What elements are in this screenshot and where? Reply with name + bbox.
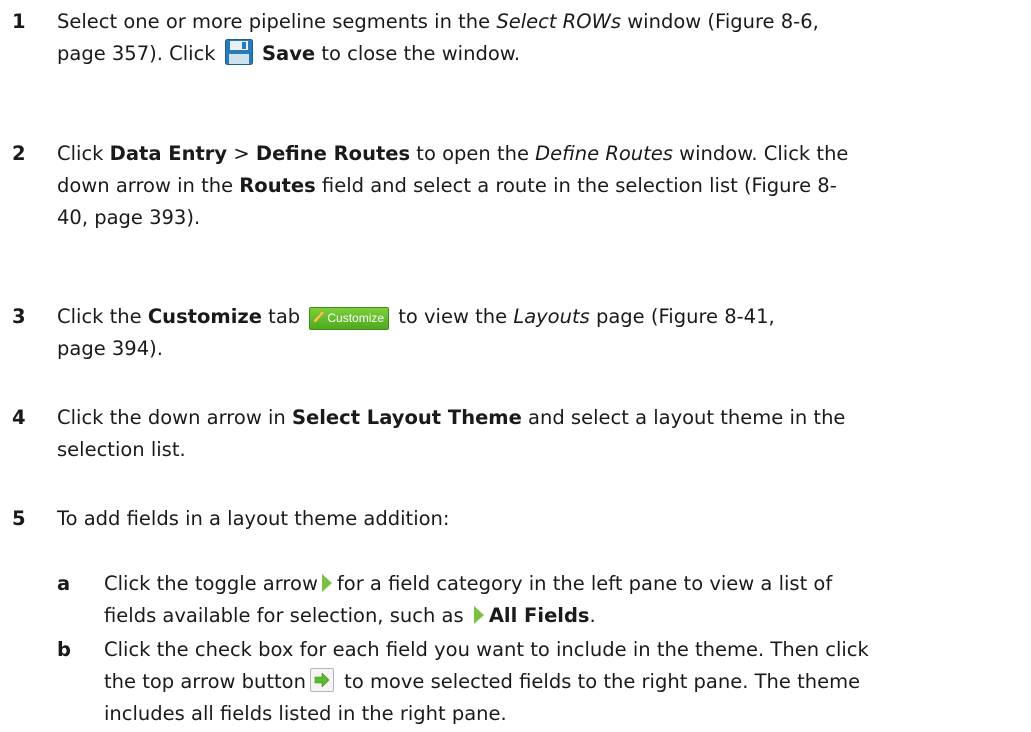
tab-customize-label: Customize (147, 305, 262, 328)
save-icon (224, 39, 253, 65)
substep-letter: a (57, 572, 71, 595)
menu-define-routes: Define Routes (255, 142, 411, 165)
wrench-icon (314, 310, 325, 323)
customize-tab: Customize (309, 307, 390, 330)
window-name: Define Routes (535, 142, 673, 165)
window-name: Select ROWs (496, 10, 622, 33)
toggle-arrow-icon (473, 606, 484, 624)
field-select-layout-theme: Select Layout Theme (291, 406, 522, 429)
toggle-arrow-icon (321, 574, 332, 592)
step-text: Click the Customize tab Customize to vie… (57, 305, 775, 360)
page-name: Layouts (513, 305, 590, 328)
step-number: 1 (12, 10, 26, 33)
substep-text: Click the toggle arrow for a field catego… (104, 572, 833, 627)
step-number: 5 (12, 507, 26, 530)
step-text: To add fields in a layout theme addition… (57, 507, 450, 530)
step-text: Click the down arrow in Select Layout Th… (57, 406, 846, 461)
field-routes: Routes (239, 174, 316, 197)
arrow-right-button-icon (309, 668, 334, 692)
step-text: Click Data Entry > Define Routes to open… (57, 142, 849, 229)
step-text: Select one or more pipeline segments in … (57, 10, 819, 65)
menu-data-entry: Data Entry (109, 142, 228, 165)
substep-text: Click the check box for each field you w… (104, 638, 869, 725)
all-fields-label: All Fields (488, 604, 590, 627)
step-number: 4 (12, 406, 26, 429)
substep-letter: b (57, 638, 71, 661)
step-number: 3 (12, 305, 26, 328)
step-number: 2 (12, 142, 26, 165)
save-label: Save (262, 42, 316, 65)
